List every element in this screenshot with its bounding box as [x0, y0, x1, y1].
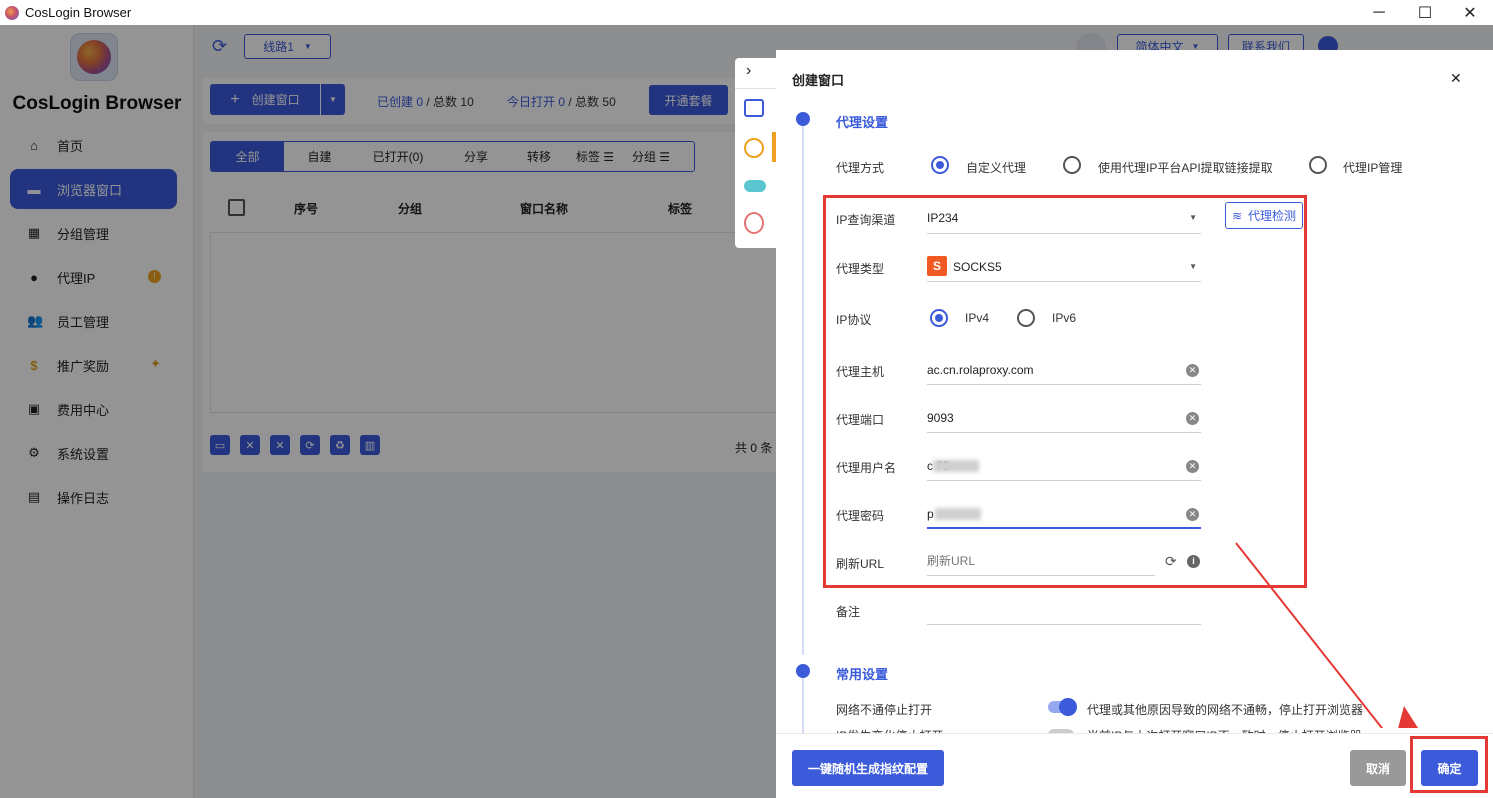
clear-icon[interactable]: ✕: [1186, 460, 1199, 473]
timeline-line: [802, 125, 804, 655]
dialog-side-rail: ›: [735, 58, 776, 248]
fingerprint-icon[interactable]: [744, 212, 764, 234]
ipv4-radio[interactable]: [930, 309, 948, 327]
random-fingerprint-button[interactable]: 一键随机生成指纹配置: [792, 750, 944, 786]
ip-protocol-label: IP协议: [836, 313, 872, 327]
dialog-title: 创建窗口: [792, 73, 845, 88]
section-dot: [796, 112, 810, 126]
redacted-blur: [935, 508, 981, 520]
refresh-url-label: 刷新URL: [836, 557, 885, 571]
create-window-dialog: 创建窗口 ✕ 代理设置 代理方式 自定义代理 使用代理IP平台API提取链接提取…: [776, 50, 1493, 798]
redacted-blur: [933, 460, 979, 472]
confirm-button[interactable]: 确定: [1421, 750, 1478, 786]
proxy-check-button[interactable]: ≋ 代理检测: [1225, 202, 1303, 229]
proxy-type-label: 代理类型: [836, 262, 885, 276]
section-dot: [796, 664, 810, 678]
proxy-mode-label: 代理方式: [836, 161, 885, 175]
net-stop-label: 网络不通停止打开: [836, 703, 933, 717]
common-section-title: 常用设置: [836, 667, 889, 682]
chevron-down-icon: ▼: [1189, 262, 1197, 271]
basic-info-icon[interactable]: [744, 99, 764, 117]
username-input[interactable]: c 75 ✕: [927, 451, 1201, 481]
refresh-icon[interactable]: ⟳: [1165, 553, 1177, 570]
close-button[interactable]: ✕: [1447, 0, 1493, 25]
proxy-type-select[interactable]: S SOCKS5 ▼: [927, 252, 1201, 282]
wifi-icon: ≋: [1231, 208, 1243, 223]
chevron-down-icon: ▼: [1189, 213, 1197, 222]
password-input[interactable]: p ✕: [927, 499, 1201, 529]
ipv6-radio[interactable]: [1017, 309, 1035, 327]
ip-channel-label: IP查询渠道: [836, 213, 896, 227]
ipv4-label: IPv4: [965, 311, 990, 325]
proxy-mode-api-label: 使用代理IP平台API提取链接提取: [1098, 161, 1273, 175]
app-logo-icon: [5, 5, 19, 20]
socks-icon: S: [927, 256, 947, 276]
note-input[interactable]: [927, 595, 1201, 625]
proxy-mode-manage-label: 代理IP管理: [1343, 161, 1403, 175]
host-label: 代理主机: [836, 365, 885, 379]
cancel-button[interactable]: 取消: [1350, 750, 1406, 786]
net-stop-toggle[interactable]: [1048, 698, 1077, 716]
ipv6-label: IPv6: [1052, 311, 1077, 325]
toggle-settings-icon[interactable]: [744, 180, 766, 192]
password-label: 代理密码: [836, 509, 885, 523]
divider: [735, 88, 776, 89]
maximize-button[interactable]: ☐: [1402, 0, 1448, 25]
note-label: 备注: [836, 605, 861, 619]
ip-channel-select[interactable]: IP234 ▼: [927, 202, 1201, 234]
port-input[interactable]: 9093 ✕: [927, 403, 1201, 433]
title-bar: CosLogin Browser ─ ☐ ✕: [0, 0, 1493, 25]
proxy-section-title: 代理设置: [836, 115, 889, 130]
info-icon[interactable]: i: [1187, 555, 1200, 568]
proxy-mode-custom-radio[interactable]: [931, 156, 949, 174]
dialog-close-icon[interactable]: ✕: [1450, 70, 1462, 87]
clear-icon[interactable]: ✕: [1186, 364, 1199, 377]
annotation-arrow-icon: [1235, 542, 1418, 728]
window-title: CosLogin Browser: [25, 5, 132, 20]
refresh-url-input[interactable]: [927, 546, 1155, 576]
chevron-right-icon[interactable]: ›: [746, 62, 751, 80]
username-label: 代理用户名: [836, 461, 897, 475]
proxy-mode-api-radio[interactable]: [1063, 156, 1081, 174]
minimize-button[interactable]: ─: [1356, 0, 1402, 25]
clear-icon[interactable]: ✕: [1186, 508, 1199, 521]
port-label: 代理端口: [836, 413, 885, 427]
proxy-mode-manage-radio[interactable]: [1309, 156, 1327, 174]
proxy-search-icon[interactable]: [744, 138, 764, 158]
timeline-line: [802, 677, 804, 737]
host-input[interactable]: ac.cn.rolaproxy.com ✕: [927, 355, 1201, 385]
proxy-mode-custom-label: 自定义代理: [966, 161, 1027, 175]
clear-icon[interactable]: ✕: [1186, 412, 1199, 425]
